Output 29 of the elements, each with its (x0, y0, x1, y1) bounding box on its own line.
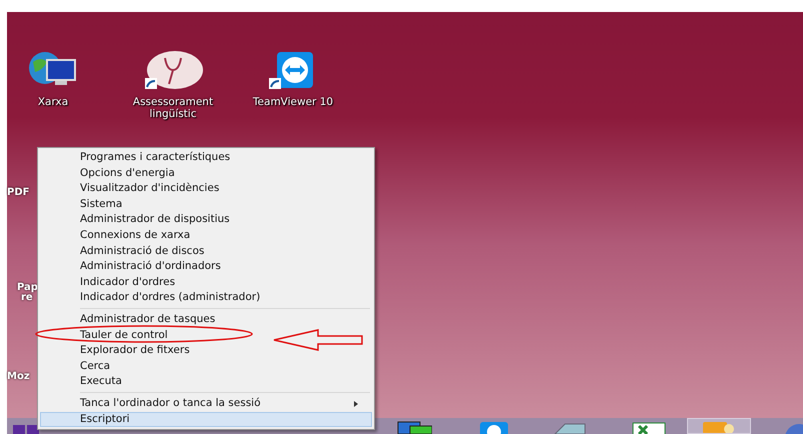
desktop-icon-label[interactable]: re (21, 292, 33, 303)
menu-item[interactable]: Administració d'ordinadors (40, 259, 372, 275)
menu-item[interactable]: Indicador d'ordres (administrador) (40, 290, 372, 306)
desktop-icon-label[interactable]: Pap (17, 282, 38, 293)
menu-item[interactable]: Cerca (40, 358, 372, 374)
desktop-icon-label[interactable]: Xarxa (38, 96, 68, 108)
double-arrow-app-icon[interactable] (478, 420, 510, 434)
desktop-icon-label[interactable]: PDF (7, 187, 30, 198)
menu-item[interactable]: Sistema (40, 196, 372, 212)
menu-item[interactable]: Executa (40, 374, 372, 390)
menu-item[interactable]: Opcions d'energia (40, 166, 372, 182)
menu-item[interactable]: Explorador de fitxers (40, 343, 372, 359)
menu-item[interactable]: Escriptori (40, 412, 372, 428)
menu-item[interactable]: Administrador de tasques (40, 312, 372, 328)
menu-item[interactable]: Tanca l'ordinador o tanca la sessió (40, 396, 372, 412)
submenu-arrow-icon (354, 400, 358, 407)
menu-item[interactable]: Programes i característiques (40, 150, 372, 166)
monitors-icon[interactable] (396, 420, 432, 434)
menu-item[interactable]: Administració de discos (40, 244, 372, 260)
menu-item[interactable]: Indicador d'ordres (40, 274, 372, 290)
tuning-fork-icon (143, 50, 203, 90)
desktop-icon-label[interactable]: Assessorament lingüístic (131, 96, 215, 120)
spreadsheet-icon[interactable] (631, 420, 667, 434)
menu-item[interactable]: Connexions de xarxa (40, 228, 372, 244)
menu-item[interactable]: Visualitzador d'incidències (40, 181, 372, 197)
desktop-icon-label[interactable]: TeamViewer 10 (252, 96, 334, 108)
menu-item[interactable]: Administrador de dispositius (40, 212, 372, 228)
menu-item[interactable]: Tauler de control (40, 328, 372, 344)
windows-logo-icon[interactable] (13, 422, 39, 434)
